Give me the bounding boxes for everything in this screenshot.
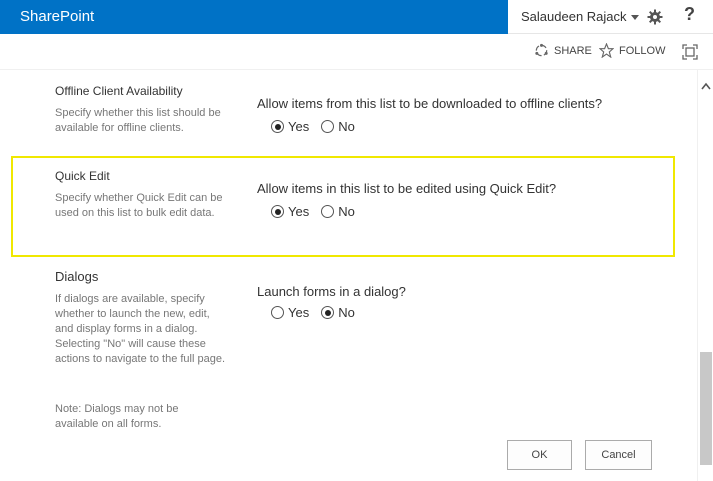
focus-on-content-icon[interactable] [682, 44, 698, 60]
radio-yes-label: Yes [288, 119, 310, 134]
vertical-scrollbar[interactable] [697, 70, 713, 481]
radio-group-quick-edit: Yes No [271, 204, 367, 219]
offline-yes-option[interactable]: Yes [271, 119, 309, 134]
settings-content: Offline Client Availability Specify whet… [0, 70, 697, 481]
quick-edit-yes-option[interactable]: Yes [271, 204, 309, 219]
radio-no-label: No [338, 119, 355, 134]
user-area: Salaudeen Rajack ? [508, 0, 713, 34]
radio-yes-label: Yes [288, 204, 310, 219]
quick-edit-no-option[interactable]: No [321, 204, 355, 219]
section-title-offline: Offline Client Availability [55, 84, 183, 98]
section-title-quick-edit: Quick Edit [55, 169, 110, 183]
follow-label: FOLLOW [619, 44, 666, 57]
action-bar: SHARE FOLLOW [0, 34, 713, 70]
section-desc-offline: Specify whether this list should be avai… [55, 107, 221, 134]
offline-no-option[interactable]: No [321, 119, 355, 134]
share-button[interactable]: SHARE [534, 43, 592, 58]
star-icon [599, 43, 614, 58]
help-icon[interactable]: ? [684, 4, 695, 25]
radio-no[interactable] [321, 205, 335, 218]
radio-no-label: No [338, 204, 355, 219]
chevron-down-icon [630, 15, 639, 21]
section-title-dialogs: Dialogs [55, 269, 99, 284]
share-icon [535, 43, 548, 57]
share-label: SHARE [554, 44, 592, 57]
chevron-up-icon[interactable] [701, 82, 711, 90]
user-name: Salaudeen Rajack [521, 9, 627, 24]
radio-no[interactable] [321, 120, 335, 133]
radio-group-offline: Yes No [271, 119, 367, 134]
section-desc-quick-edit: Specify whether Quick Edit can be used o… [55, 192, 223, 219]
user-menu[interactable]: Salaudeen Rajack [521, 0, 639, 34]
dialogs-no-option[interactable]: No [321, 305, 355, 320]
radio-group-dialogs: Yes No [271, 305, 367, 320]
section-desc-dialogs: If dialogs are available, specify whethe… [55, 293, 226, 365]
question-quick-edit: Allow items in this list to be edited us… [257, 181, 557, 196]
ok-button[interactable]: OK [507, 440, 572, 470]
dialogs-yes-option[interactable]: Yes [271, 305, 309, 320]
radio-no-label: No [338, 305, 355, 320]
radio-yes[interactable] [271, 306, 284, 319]
radio-no[interactable] [321, 306, 335, 319]
radio-yes-label: Yes [288, 305, 310, 320]
radio-yes[interactable] [271, 120, 284, 133]
question-dialogs: Launch forms in a dialog? [257, 284, 406, 299]
cancel-button[interactable]: Cancel [585, 440, 652, 470]
follow-button[interactable]: FOLLOW [599, 43, 665, 58]
scrollbar-thumb[interactable] [700, 352, 712, 465]
suite-bar: SharePoint Salaudeen Rajack ? [0, 0, 713, 34]
section-note-dialogs: Note: Dialogs may not be available on al… [55, 403, 179, 430]
radio-yes[interactable] [271, 205, 284, 218]
app-title[interactable]: SharePoint [0, 0, 508, 34]
question-offline: Allow items from this list to be downloa… [257, 96, 603, 111]
gear-icon[interactable] [647, 9, 663, 25]
